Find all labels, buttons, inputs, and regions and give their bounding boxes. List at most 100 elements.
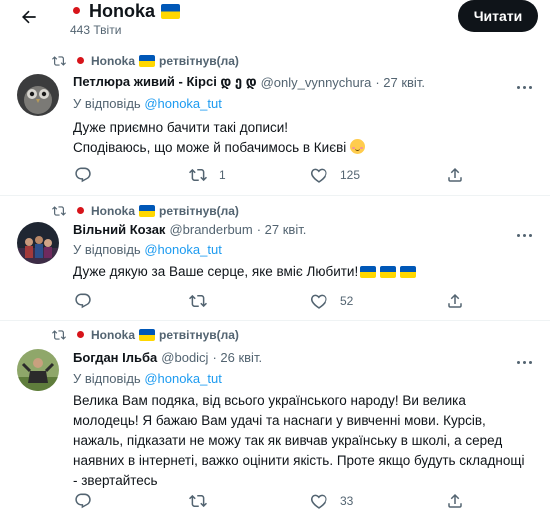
- tweet-header: Петлюра живий - Кірсі დ ე დ @only_vynnyc…: [73, 74, 425, 90]
- tweet-text-line: молодець! Я бажаю Вам удачі та наснаги у…: [73, 413, 486, 428]
- like-button[interactable]: 125: [310, 165, 360, 185]
- reply-icon: [75, 493, 91, 509]
- ukraine-flag-icon: [360, 266, 377, 279]
- like-button[interactable]: 33: [310, 491, 353, 511]
- retweet-icon: [52, 206, 66, 216]
- share-button[interactable]: [446, 291, 464, 311]
- profile-header: Honoka 443 Твіти Читати: [0, 0, 550, 46]
- retweet-context: Honoka ретвітнув(ла): [52, 54, 239, 68]
- author-name[interactable]: Петлюра живий - Кірсі დ ე დ: [73, 74, 257, 90]
- owl-avatar-icon: [17, 74, 59, 116]
- author-name[interactable]: Вільний Козак: [73, 222, 165, 237]
- ukraine-flag-icon: [139, 55, 156, 67]
- author-handle[interactable]: @branderbum: [169, 222, 252, 237]
- reply-icon: [75, 293, 91, 309]
- reply-mention-link[interactable]: @honoka_tut: [144, 96, 222, 111]
- retweet-label: ретвітнув(ла): [159, 204, 239, 218]
- more-options-icon[interactable]: [517, 82, 537, 92]
- avatar[interactable]: [17, 74, 59, 116]
- like-count: 52: [340, 294, 354, 308]
- ukraine-flag-icon: [161, 3, 181, 19]
- tweet-actions: 33: [68, 491, 468, 511]
- reply-context: У відповідь @honoka_tut: [73, 371, 222, 386]
- person-avatar-icon: [17, 349, 59, 391]
- ukraine-flag-icon: [139, 205, 156, 217]
- tweet-text: Дуже дякую за Ваше серце, яке вміє Любит…: [73, 262, 528, 282]
- retweet-button[interactable]: [189, 491, 219, 511]
- arrow-left-icon: [22, 10, 36, 24]
- reply-button[interactable]: [74, 491, 92, 511]
- tweet-text-line: Велика Вам подяка, від всього українсько…: [73, 393, 466, 408]
- tweet-date[interactable]: · 26 квіт.: [212, 350, 262, 365]
- tweet-header: Вільний Козак @branderbum · 27 квіт.: [73, 222, 306, 237]
- retweeter-name[interactable]: Honoka: [91, 54, 135, 68]
- author-handle[interactable]: @bodicj: [161, 350, 208, 365]
- retweet-count: 1: [219, 168, 226, 182]
- more-options-icon[interactable]: [517, 357, 537, 367]
- japan-flag-icon: [74, 330, 87, 340]
- retweeter-name[interactable]: Honoka: [91, 328, 135, 342]
- ukraine-flag-icon: [139, 329, 156, 341]
- tweet-text-line: нажаль, підказати не можу так як вивчав …: [73, 433, 503, 448]
- japan-flag-icon: [74, 56, 87, 66]
- share-icon: [448, 293, 462, 308]
- profile-name: Honoka: [89, 0, 156, 21]
- share-icon: [448, 167, 462, 182]
- profile-title: Honoka: [70, 0, 181, 22]
- reply-button[interactable]: [74, 291, 92, 311]
- retweet-label: ретвітнув(ла): [159, 54, 239, 68]
- share-button[interactable]: [446, 491, 464, 511]
- avatar[interactable]: [17, 222, 59, 264]
- reply-prefix: У відповідь: [73, 96, 141, 111]
- tweet-date[interactable]: · 27 квіт.: [375, 75, 425, 90]
- like-count: 33: [340, 494, 354, 508]
- tweet-text-line: наявних в інтернеті, важко оцінити якіст…: [73, 453, 525, 468]
- read-button[interactable]: Читати: [458, 0, 538, 32]
- reply-prefix: У відповідь: [73, 242, 141, 257]
- more-options-icon[interactable]: [517, 230, 537, 240]
- heart-icon: [310, 294, 327, 309]
- tweet-header: Богдан Ільба @bodicj · 26 квіт.: [73, 350, 262, 365]
- heart-icon: [310, 168, 327, 183]
- author-name[interactable]: Богдан Ільба: [73, 350, 157, 365]
- retweet-button[interactable]: [189, 291, 219, 311]
- retweet-button[interactable]: 1: [189, 165, 226, 185]
- retweet-icon: [189, 294, 207, 308]
- tweet-actions: 1 125: [68, 165, 468, 185]
- tweet-text-line: Дуже приємно бачити такі дописи!: [73, 120, 289, 135]
- heart-icon: [310, 494, 327, 509]
- tweet[interactable]: Honoka ретвітнув(ла) Богдан Ільба @bodic…: [0, 320, 550, 520]
- japan-flag-icon: [74, 206, 87, 216]
- retweet-label: ретвітнув(ла): [159, 328, 239, 342]
- retweet-icon: [52, 56, 66, 66]
- tweet-text: Велика Вам подяка, від всього українсько…: [73, 391, 528, 491]
- retweeter-name[interactable]: Honoka: [91, 204, 135, 218]
- reply-context: У відповідь @honoka_tut: [73, 242, 222, 257]
- avatar[interactable]: [17, 349, 59, 391]
- like-button[interactable]: 52: [310, 291, 353, 311]
- share-icon: [448, 493, 462, 508]
- tweet-date[interactable]: · 27 квіт.: [257, 222, 307, 237]
- ukraine-flag-icon: [399, 266, 416, 279]
- like-count: 125: [340, 168, 361, 182]
- reply-mention-link[interactable]: @honoka_tut: [144, 371, 222, 386]
- tweet-text-line: - звертайтесь: [73, 473, 158, 488]
- tweet-text-line: Дуже дякую за Ваше серце, яке вміє Любит…: [73, 262, 528, 282]
- reply-button[interactable]: [74, 165, 92, 185]
- tweet-count: 443 Твіти: [70, 23, 122, 37]
- reply-context: У відповідь @honoka_tut: [73, 96, 222, 111]
- tweet[interactable]: Honoka ретвітнув(ла) Петлюра живий - Кір…: [0, 46, 550, 195]
- japan-flag-icon: [70, 6, 83, 16]
- reply-mention-link[interactable]: @honoka_tut: [144, 242, 222, 257]
- group-photo-avatar-icon: [17, 222, 59, 264]
- reply-prefix: У відповідь: [73, 371, 141, 386]
- smiling-face-emoji-icon: [350, 139, 366, 154]
- author-handle[interactable]: @only_vynnychura: [261, 75, 372, 90]
- retweet-context: Honoka ретвітнув(ла): [52, 204, 239, 218]
- tweet-text: Дуже приємно бачити такі дописи! Сподіва…: [73, 118, 528, 158]
- share-button[interactable]: [446, 165, 464, 185]
- ukraine-flag-icon: [379, 266, 396, 279]
- back-button[interactable]: [14, 5, 44, 29]
- tweet[interactable]: Honoka ретвітнув(ла) Вільний Козак @bran…: [0, 195, 550, 320]
- reply-icon: [75, 167, 91, 183]
